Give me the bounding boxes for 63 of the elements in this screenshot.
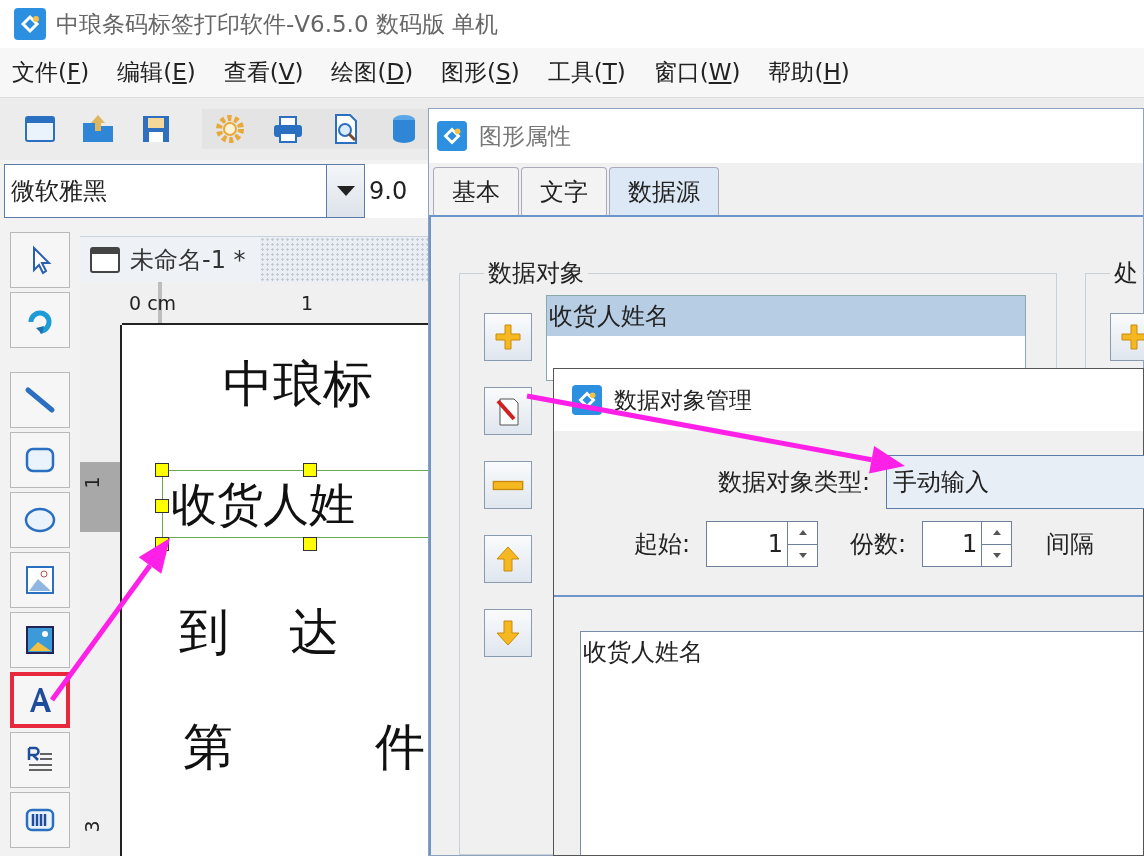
up-arrow-button[interactable] [484, 535, 532, 583]
edit-document-button[interactable] [484, 387, 532, 435]
down-caret-icon[interactable] [798, 552, 807, 558]
plus-icon [492, 321, 524, 353]
up-caret-icon[interactable] [992, 530, 1001, 536]
font-select[interactable]: 微软雅黑 [4, 164, 365, 218]
copies-spinbox[interactable]: 1 [922, 521, 1013, 567]
minus-icon [492, 479, 524, 491]
menu-item[interactable]: 绘图(D) [329, 53, 416, 92]
tab[interactable]: 数据源 [609, 167, 719, 215]
app-logo-icon [437, 121, 467, 151]
field-label: 起始: [634, 529, 691, 560]
resize-handle[interactable] [155, 462, 169, 477]
window-title: 中琅条码标签打印软件-V6.5.0 数码版 单机 [56, 9, 499, 39]
label-text: 收货人姓 [171, 476, 355, 531]
resize-handle[interactable] [303, 462, 317, 477]
field-label: 份数: [850, 529, 907, 560]
label-text: 达 [289, 602, 339, 664]
tool-button[interactable] [10, 672, 70, 728]
label-text: 第 [183, 716, 233, 778]
tool-button[interactable] [10, 232, 70, 288]
resize-handle[interactable] [303, 536, 317, 551]
tab[interactable]: 基本 [433, 167, 519, 215]
group-title: 数据对象 [487, 258, 585, 289]
plus-icon [1118, 321, 1144, 353]
label-text: 中琅标 [223, 354, 373, 415]
document-tab[interactable]: 未命名-1 * [80, 237, 260, 282]
menu-item[interactable]: 工具(T) [545, 53, 628, 92]
content-text-area[interactable]: 收货人姓名 [580, 631, 1143, 855]
menu-item[interactable]: 编辑(E) [115, 53, 198, 92]
menu-item[interactable]: 帮助(H) [766, 53, 852, 92]
field-label: 数据对象类型: [718, 467, 871, 498]
label-text: 件 [375, 716, 425, 778]
dialog-title: 数据对象管理 [614, 385, 752, 415]
plus-button[interactable] [1110, 313, 1144, 361]
ruler-label: 3 [82, 820, 102, 833]
field-label: 间隔 [1046, 529, 1095, 560]
ruler-label: 1 [301, 294, 314, 313]
dialog-title: 图形属性 [479, 121, 571, 151]
label-text: 到 [179, 602, 229, 664]
type-select[interactable]: 手动输入 [886, 455, 1144, 509]
group-title: 处 [1113, 258, 1139, 289]
plus-button[interactable] [484, 313, 532, 361]
tool-button[interactable] [10, 612, 70, 668]
ruler-label: 0 cm [129, 294, 177, 313]
ruler-label: 1 [82, 476, 102, 489]
up-caret-icon[interactable] [798, 530, 807, 536]
menu-item[interactable]: 查看(V) [221, 53, 306, 92]
resize-handle[interactable] [155, 498, 169, 513]
tab[interactable]: 文字 [521, 167, 607, 215]
tool-button[interactable] [10, 732, 70, 788]
caret-icon [336, 186, 355, 196]
tool-button[interactable] [10, 792, 70, 848]
window-icon [90, 246, 120, 273]
start-spinbox[interactable]: 1 [706, 521, 819, 567]
menu-item[interactable]: 图形(S) [439, 53, 522, 92]
list-item[interactable]: 收货人姓名 [547, 296, 1025, 336]
down-caret-icon[interactable] [992, 552, 1001, 558]
app-logo-icon [14, 8, 46, 40]
menu-item[interactable]: 窗口(W) [651, 53, 743, 92]
down-arrow-button[interactable] [484, 609, 532, 657]
menu-item[interactable]: 文件(F) [10, 53, 92, 92]
minus-button[interactable] [484, 461, 532, 509]
